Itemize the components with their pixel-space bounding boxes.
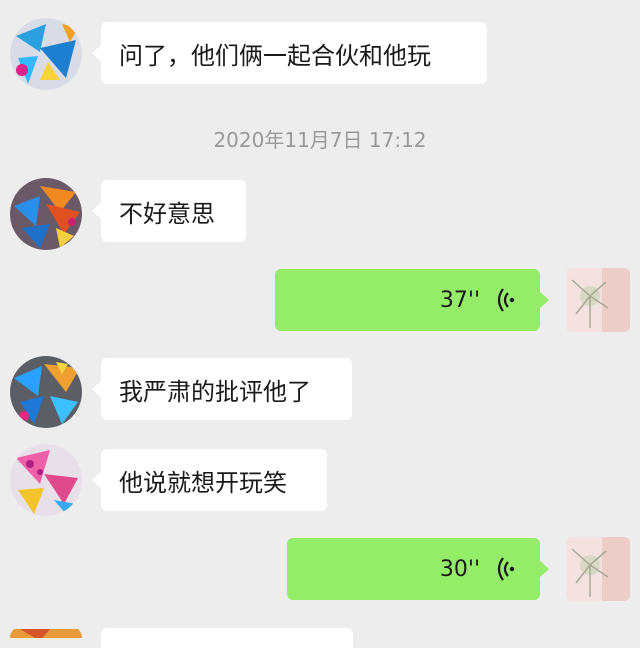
voice-message-bubble[interactable]: 30'' [287, 538, 549, 600]
self-avatar[interactable] [566, 537, 630, 601]
message-text: 问了，他们俩一起合伙和他玩 [119, 41, 431, 70]
message-text: 不好意思 [119, 199, 215, 228]
contact-avatar[interactable] [10, 444, 82, 516]
self-avatar[interactable] [566, 268, 630, 332]
message-bubble[interactable]: 他说就想开玩笑 [92, 449, 327, 511]
voice-wave-icon [497, 288, 515, 312]
message-bubble[interactable]: 问了，他们俩一起合伙和他玩 [92, 22, 487, 84]
message-bubble-partial[interactable] [101, 628, 353, 648]
message-bubble[interactable]: 不好意思 [92, 180, 246, 242]
message-text: 他说就想开玩笑 [119, 468, 287, 497]
voice-duration: 30'' [439, 556, 480, 582]
voice-duration: 37'' [439, 287, 480, 313]
voice-message-bubble[interactable]: 37'' [275, 269, 549, 331]
message-text: 我严肃的批评他了 [119, 377, 311, 406]
chat-view: 问了，他们俩一起合伙和他玩 2020年11月7日 17:12 不好意思 37'' [0, 0, 640, 648]
message-bubble[interactable]: 我严肃的批评他了 [92, 358, 352, 420]
contact-avatar[interactable] [10, 18, 82, 90]
contact-avatar[interactable] [10, 356, 82, 428]
contact-avatar[interactable] [10, 178, 82, 250]
voice-wave-icon [497, 557, 515, 581]
contact-avatar[interactable] [10, 626, 82, 638]
message-timestamp: 2020年11月7日 17:12 [213, 128, 427, 152]
